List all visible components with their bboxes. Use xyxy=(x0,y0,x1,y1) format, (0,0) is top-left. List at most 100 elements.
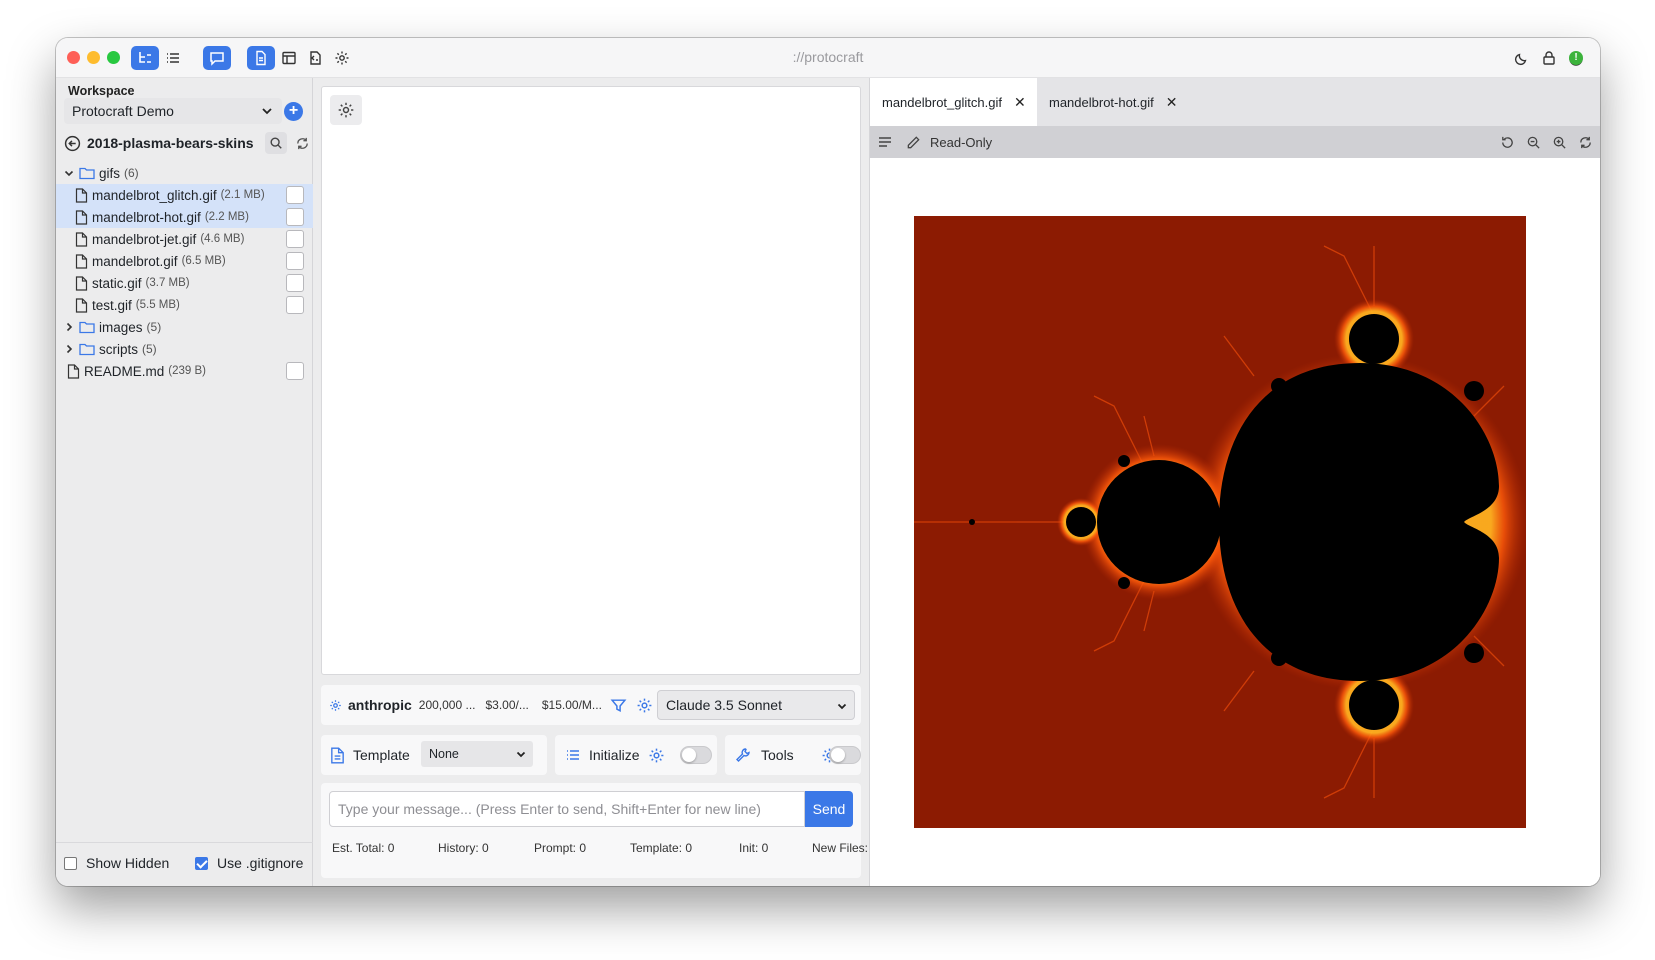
file-size: (5.5 MB) xyxy=(135,299,180,311)
file-name: static.gif xyxy=(92,275,142,291)
file-size: (4.6 MB) xyxy=(200,233,245,245)
file-size: (239 B) xyxy=(168,365,206,377)
file-icon xyxy=(73,187,89,203)
app-window: ://protocraft ! Workspace Protocraft Dem… xyxy=(56,38,1600,886)
provider-gear-icon xyxy=(330,699,341,711)
file-name: test.gif xyxy=(92,297,132,313)
file-checkbox[interactable] xyxy=(286,230,304,248)
template-select[interactable]: None xyxy=(421,741,533,767)
workspace-value: Protocraft Demo xyxy=(72,103,174,119)
search-button[interactable] xyxy=(265,132,287,154)
add-workspace-button[interactable]: + xyxy=(284,102,303,121)
file-checkbox[interactable] xyxy=(286,362,304,380)
folder-row-gifs[interactable]: gifs (6) xyxy=(56,162,313,184)
folder-count: (6) xyxy=(124,166,139,180)
read-only-label: Read-Only xyxy=(930,134,993,150)
tools-card: Tools xyxy=(725,735,861,775)
zoom-out-button[interactable] xyxy=(1522,131,1544,153)
info-button[interactable]: ! xyxy=(1562,46,1590,70)
output-price: $15.00/M... xyxy=(541,698,602,712)
tools-toggle[interactable] xyxy=(829,746,861,764)
lock-button[interactable] xyxy=(1535,46,1563,70)
file-row[interactable]: README.md (239 B) xyxy=(56,360,313,382)
close-icon[interactable]: ✕ xyxy=(1014,94,1026,111)
stat-template: Template: 0 xyxy=(630,841,693,855)
show-hidden-checkbox[interactable] xyxy=(64,856,77,870)
chevron-down-icon xyxy=(262,108,272,115)
provider-name: anthropic xyxy=(348,697,412,713)
main-cardioid xyxy=(1219,363,1499,681)
chevron-right-icon[interactable] xyxy=(62,343,76,355)
wrap-button[interactable] xyxy=(874,131,896,153)
file-icon xyxy=(73,253,89,269)
chat-panel: anthropic 200,000 ... $3.00/... $15.00/M… xyxy=(313,78,878,886)
edit-button[interactable] xyxy=(902,131,924,153)
chevron-right-icon[interactable] xyxy=(62,321,76,333)
file-tree: gifs (6) mandelbrot_glitch.gif (2.1 MB) … xyxy=(56,162,313,382)
file-checkbox[interactable] xyxy=(286,252,304,270)
show-hidden-option[interactable]: Show Hidden xyxy=(64,855,169,871)
use-gitignore-checkbox[interactable] xyxy=(195,856,208,870)
file-icon xyxy=(73,231,89,247)
filter-icon[interactable] xyxy=(610,697,627,714)
file-row[interactable]: mandelbrot-jet.gif (4.6 MB) xyxy=(56,228,313,250)
template-label: Template xyxy=(353,747,410,763)
file-row[interactable]: mandelbrot-hot.gif (2.2 MB) xyxy=(56,206,313,228)
input-price: $3.00/... xyxy=(485,698,529,712)
zoom-in-button[interactable] xyxy=(1548,131,1570,153)
rotate-button[interactable] xyxy=(1496,131,1518,153)
folder-row-images[interactable]: images (5) xyxy=(56,316,313,338)
refresh-icon xyxy=(297,137,308,149)
folder-name: gifs xyxy=(99,165,121,181)
file-checkbox[interactable] xyxy=(286,186,304,204)
file-checkbox[interactable] xyxy=(286,274,304,292)
file-checkbox[interactable] xyxy=(286,296,304,314)
refresh-button[interactable] xyxy=(295,136,310,151)
file-icon xyxy=(73,275,89,291)
folder-count: (5) xyxy=(142,342,157,356)
zoom-in-icon xyxy=(1553,136,1566,149)
gear-icon xyxy=(338,102,354,118)
moon-icon xyxy=(1514,53,1527,66)
chevron-down-icon xyxy=(516,751,526,758)
workspace-select[interactable]: Protocraft Demo xyxy=(64,98,282,124)
theme-toggle-button[interactable] xyxy=(1508,46,1536,70)
viewer-toolbar: Read-Only xyxy=(870,126,1600,158)
message-input[interactable]: Type your message... (Press Enter to sen… xyxy=(329,791,805,827)
folder-row-scripts[interactable]: scripts (5) xyxy=(56,338,313,360)
file-checkbox[interactable] xyxy=(286,208,304,226)
tools-label: Tools xyxy=(761,747,794,763)
period-two-bulb xyxy=(1097,460,1221,584)
chat-messages-area xyxy=(321,86,861,675)
reload-button[interactable] xyxy=(1574,131,1596,153)
model-select[interactable]: Claude 3.5 Sonnet xyxy=(657,690,855,720)
tab-mandelbrot-hot[interactable]: mandelbrot-hot.gif ✕ xyxy=(1037,78,1192,126)
gear-icon[interactable] xyxy=(636,697,653,714)
file-row[interactable]: mandelbrot_glitch.gif (2.1 MB) xyxy=(56,184,313,206)
file-icon xyxy=(73,209,89,225)
file-size: (6.5 MB) xyxy=(181,255,226,267)
back-arrow-icon[interactable] xyxy=(64,135,81,152)
use-gitignore-option[interactable]: Use .gitignore xyxy=(195,855,303,871)
file-row[interactable]: static.gif (3.7 MB) xyxy=(56,272,313,294)
file-row[interactable]: test.gif (5.5 MB) xyxy=(56,294,313,316)
close-icon[interactable]: ✕ xyxy=(1166,94,1178,111)
send-button[interactable]: Send xyxy=(805,791,853,827)
show-hidden-label: Show Hidden xyxy=(86,855,170,871)
chevron-down-icon[interactable] xyxy=(62,167,76,179)
initialize-toggle[interactable] xyxy=(680,746,712,764)
refresh-icon xyxy=(1579,136,1591,148)
initialize-card: Initialize xyxy=(555,735,717,775)
mandelbrot-fractal-graphic xyxy=(914,216,1526,828)
tab-bar: mandelbrot_glitch.gif ✕ mandelbrot-hot.g… xyxy=(870,78,1600,126)
message-composer: Type your message... (Press Enter to sen… xyxy=(321,783,878,878)
wrench-icon xyxy=(736,748,750,762)
initialize-label: Initialize xyxy=(589,747,640,763)
chat-settings-button[interactable] xyxy=(330,95,362,125)
gear-icon[interactable] xyxy=(648,747,665,764)
file-row[interactable]: mandelbrot.gif (6.5 MB) xyxy=(56,250,313,272)
sidebar-footer: Show Hidden Use .gitignore xyxy=(56,842,313,886)
app-title: ://protocraft xyxy=(792,49,864,65)
lock-icon xyxy=(1543,51,1555,65)
tab-mandelbrot-glitch[interactable]: mandelbrot_glitch.gif ✕ xyxy=(870,78,1037,126)
